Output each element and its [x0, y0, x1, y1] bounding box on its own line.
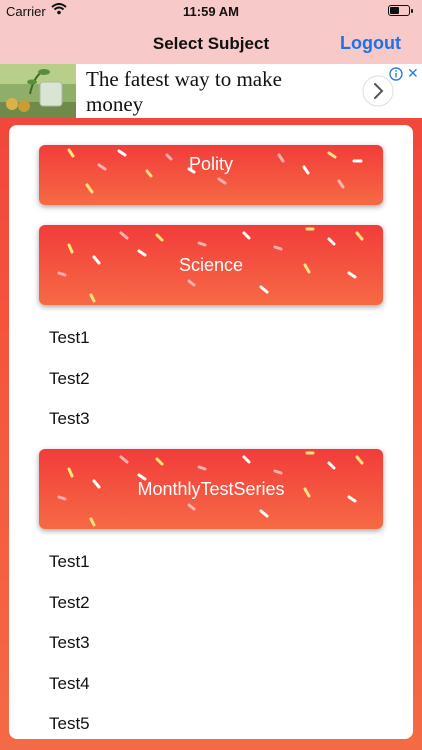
subject-label: Science	[178, 255, 244, 275]
battery-icon	[388, 5, 413, 16]
close-icon[interactable]: ✕	[407, 65, 419, 82]
subject-header-monthlytestseries[interactable]: MonthlyTestSeries	[39, 449, 383, 529]
status-time: 11:59 AM	[183, 4, 239, 19]
list-item[interactable]: Test3	[49, 633, 90, 653]
subject-list-card[interactable]: Polity Science Test1 Test2 Test3 Monthly…	[9, 125, 413, 739]
list-item[interactable]: Test5	[49, 714, 90, 734]
chevron-right-icon[interactable]	[362, 75, 394, 107]
logout-button[interactable]: Logout	[340, 33, 401, 54]
list-item[interactable]: Test2	[49, 593, 90, 613]
subject-header-polity[interactable]: Polity	[39, 145, 383, 205]
list-item[interactable]: Test3	[49, 409, 90, 429]
list-item[interactable]: Test2	[49, 369, 90, 389]
list-item[interactable]: Test4	[49, 674, 90, 694]
navigation-bar: Select Subject Logout	[0, 22, 422, 66]
list-item[interactable]: Test1	[49, 552, 90, 572]
ad-headline: The fatest way to make money	[86, 67, 282, 116]
status-bar: Carrier 11:59 AM	[0, 0, 422, 22]
subject-label: MonthlyTestSeries	[137, 479, 285, 499]
subject-label: Polity	[188, 154, 233, 174]
subject-header-science[interactable]: Science	[39, 225, 383, 305]
ad-image	[0, 64, 76, 118]
ad-banner[interactable]: The fatest way to make money ✕	[0, 64, 422, 118]
list-item[interactable]: Test1	[49, 328, 90, 348]
